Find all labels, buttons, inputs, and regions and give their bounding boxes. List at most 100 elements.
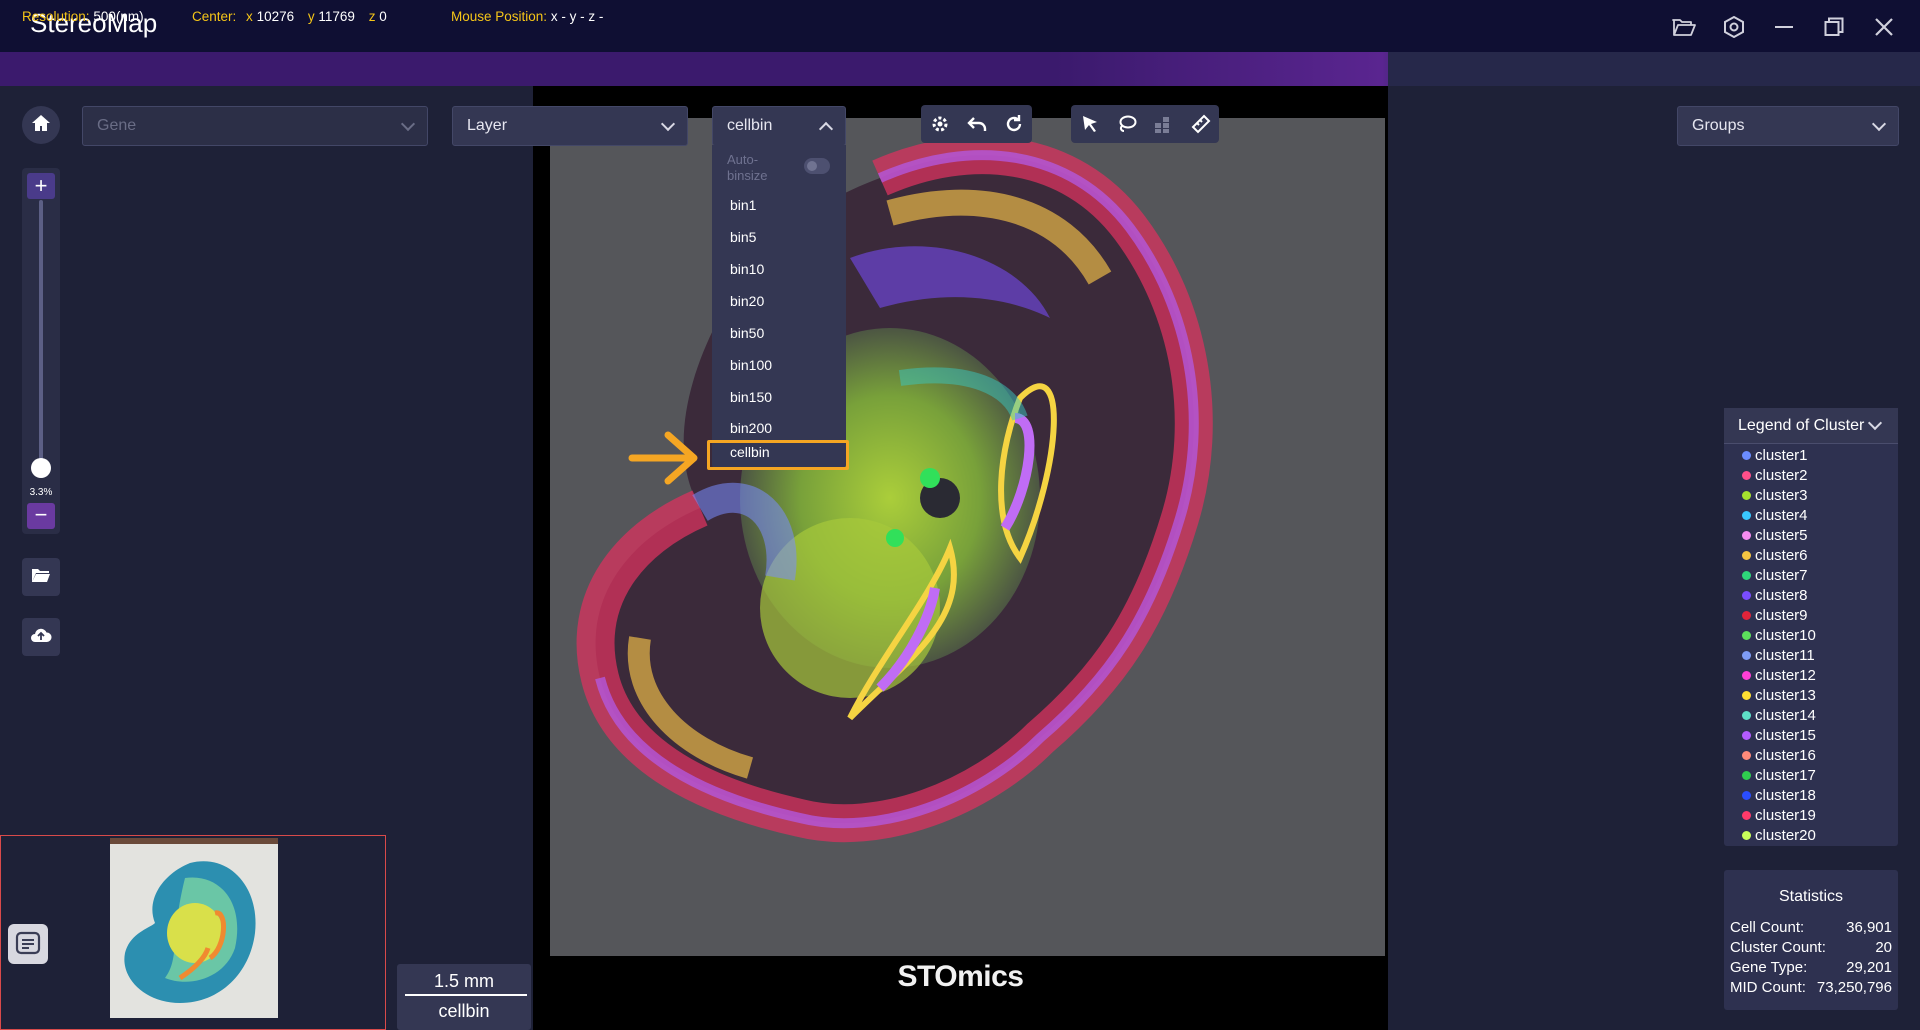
- legend-item-cluster2[interactable]: cluster2: [1742, 467, 1808, 484]
- legend-item-cluster5[interactable]: cluster5: [1742, 527, 1808, 544]
- undo-icon[interactable]: [958, 105, 995, 143]
- home-icon: [31, 114, 51, 137]
- scale-bin-label: cellbin: [438, 1001, 490, 1021]
- restore-icon[interactable]: [1817, 10, 1851, 44]
- legend-color-dot: [1742, 591, 1751, 600]
- legend-item-cluster6[interactable]: cluster6: [1742, 547, 1808, 564]
- legend-item-label: cluster3: [1755, 487, 1808, 504]
- legend-item-label: cluster15: [1755, 727, 1816, 744]
- legend-item-label: cluster14: [1755, 707, 1816, 724]
- gear-icon[interactable]: [921, 105, 958, 143]
- bin-select-value: cellbin: [727, 117, 773, 134]
- bin-option-bin200[interactable]: bin200: [730, 420, 772, 436]
- home-button[interactable]: [22, 106, 60, 144]
- stat-value: 36,901: [1846, 919, 1892, 936]
- legend-item-cluster1[interactable]: cluster1: [1742, 447, 1808, 464]
- legend-header[interactable]: Legend of Cluster: [1724, 408, 1898, 444]
- legend-item-label: cluster11: [1755, 647, 1815, 664]
- center-z: 0: [379, 9, 387, 24]
- center-y-key: y: [307, 9, 315, 24]
- legend-item-label: cluster12: [1755, 667, 1816, 684]
- minimap-thumbnail[interactable]: [110, 838, 278, 1018]
- bin-option-bin5[interactable]: bin5: [730, 229, 756, 245]
- tissue-map-canvas[interactable]: [550, 118, 1385, 956]
- mouse-position-key: Mouse Position:: [451, 9, 548, 24]
- legend-item-cluster16[interactable]: cluster16: [1742, 747, 1816, 764]
- legend-item-cluster13[interactable]: cluster13: [1742, 687, 1816, 704]
- bin-option-bin50[interactable]: bin50: [730, 325, 764, 341]
- lasso-icon[interactable]: [1108, 105, 1145, 143]
- legend-color-dot: [1742, 671, 1751, 680]
- legend-item-cluster10[interactable]: cluster10: [1742, 627, 1816, 644]
- minimize-icon[interactable]: [1767, 10, 1801, 44]
- legend-color-dot: [1742, 551, 1751, 560]
- notes-button[interactable]: [8, 924, 48, 964]
- bin-option-bin20[interactable]: bin20: [730, 293, 764, 309]
- zoom-out-button[interactable]: −: [27, 503, 55, 529]
- stat-value: 20: [1875, 939, 1892, 956]
- legend-color-dot: [1742, 811, 1751, 820]
- pointer-select-icon[interactable]: [1071, 105, 1108, 143]
- folder-open-icon[interactable]: [1667, 10, 1701, 44]
- auto-binsize-label: Auto-binsize: [727, 152, 768, 183]
- bin-option-bin1[interactable]: bin1: [730, 197, 756, 213]
- center-y: 11769: [318, 9, 355, 24]
- stat-row-cluster-count: Cluster Count: 20: [1730, 939, 1892, 956]
- layer-select[interactable]: Layer: [452, 106, 688, 146]
- chevron-down-icon: [1871, 116, 1887, 131]
- legend-item-label: cluster17: [1755, 767, 1816, 784]
- legend-item-cluster7[interactable]: cluster7: [1742, 567, 1808, 584]
- scale-length: 1.5 mm: [433, 971, 494, 991]
- cloud-upload-button[interactable]: [22, 618, 60, 656]
- legend-item-cluster15[interactable]: cluster15: [1742, 727, 1816, 744]
- legend-item-cluster4[interactable]: cluster4: [1742, 507, 1808, 524]
- settings-icon[interactable]: [1717, 10, 1751, 44]
- legend-item-cluster12[interactable]: cluster12: [1742, 667, 1816, 684]
- legend-item-cluster11[interactable]: cluster11: [1742, 647, 1815, 664]
- gene-select[interactable]: Gene: [82, 106, 428, 146]
- legend-item-cluster20[interactable]: cluster20: [1742, 827, 1816, 844]
- legend-item-cluster3[interactable]: cluster3: [1742, 487, 1808, 504]
- legend-item-label: cluster18: [1755, 787, 1816, 804]
- chevron-down-icon: [1868, 415, 1883, 431]
- zoom-slider-thumb[interactable]: [31, 458, 51, 478]
- ruler-icon[interactable]: [1182, 105, 1219, 143]
- layer-select-label: Layer: [467, 117, 508, 134]
- auto-binsize-toggle[interactable]: [804, 158, 830, 174]
- legend-color-dot: [1742, 711, 1751, 720]
- title-bar: [0, 0, 1920, 52]
- legend-item-cluster8[interactable]: cluster8: [1742, 587, 1808, 604]
- resolution-value: 500(nm): [93, 9, 144, 24]
- legend-color-dot: [1742, 831, 1751, 840]
- legend-item-label: cluster2: [1755, 467, 1808, 484]
- bin-option-bin150[interactable]: bin150: [730, 389, 772, 405]
- legend-item-label: cluster20: [1755, 827, 1816, 844]
- open-folder-button[interactable]: [22, 558, 60, 596]
- legend-item-cluster14[interactable]: cluster14: [1742, 707, 1816, 724]
- close-icon[interactable]: [1867, 10, 1901, 44]
- selection-toolbar: [1071, 105, 1219, 143]
- resolution-readout: Resolution: 500(nm): [22, 9, 144, 24]
- legend-item-cluster19[interactable]: cluster19: [1742, 807, 1816, 824]
- info-bar: [0, 52, 1920, 86]
- bin-option-bin10[interactable]: bin10: [730, 261, 764, 277]
- legend-item-cluster9[interactable]: cluster9: [1742, 607, 1808, 624]
- zoom-in-button[interactable]: +: [27, 173, 55, 199]
- refresh-icon[interactable]: [995, 105, 1032, 143]
- bin-option-bin100[interactable]: bin100: [730, 357, 772, 373]
- grid-select-icon[interactable]: [1145, 105, 1182, 143]
- notes-icon: [15, 931, 41, 962]
- brand-logo: STOmics: [897, 960, 1024, 993]
- legend-item-cluster17[interactable]: cluster17: [1742, 767, 1816, 784]
- stat-value: 29,201: [1846, 959, 1892, 976]
- legend-item-cluster18[interactable]: cluster18: [1742, 787, 1816, 804]
- groups-select-label: Groups: [1692, 117, 1745, 134]
- groups-select[interactable]: Groups: [1677, 106, 1899, 146]
- stat-key: MID Count:: [1730, 979, 1806, 996]
- legend-color-dot: [1742, 651, 1751, 660]
- legend-color-dot: [1742, 611, 1751, 620]
- legend-color-dot: [1742, 691, 1751, 700]
- zoom-slider-track[interactable]: [39, 200, 43, 466]
- bin-select[interactable]: cellbin: [712, 106, 846, 146]
- chevron-up-icon: [818, 121, 834, 136]
